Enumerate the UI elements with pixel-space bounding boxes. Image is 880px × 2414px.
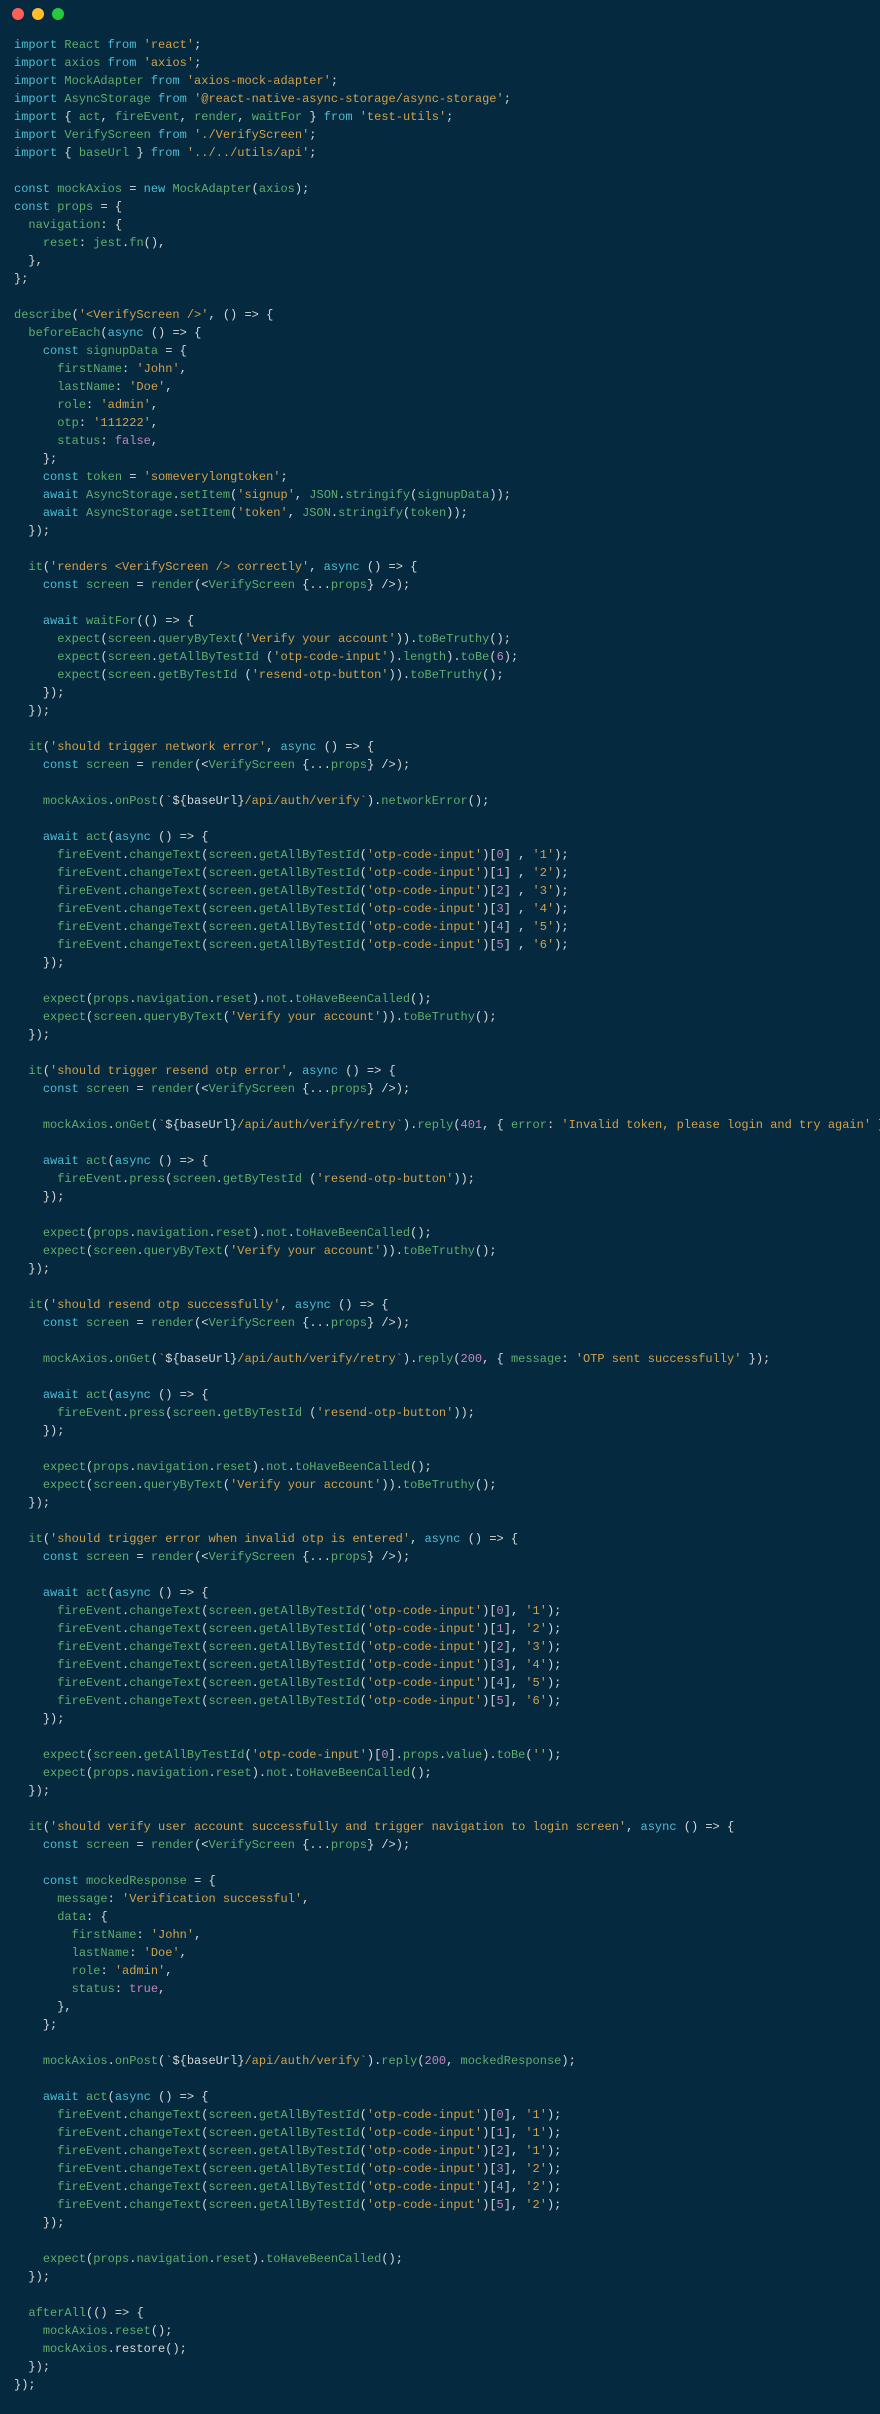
- close-icon[interactable]: [12, 8, 24, 20]
- code-area[interactable]: import React from 'react'; import axios …: [0, 28, 880, 2414]
- minimize-icon[interactable]: [32, 8, 44, 20]
- titlebar: [0, 0, 880, 28]
- maximize-icon[interactable]: [52, 8, 64, 20]
- editor-window: import React from 'react'; import axios …: [0, 0, 880, 2414]
